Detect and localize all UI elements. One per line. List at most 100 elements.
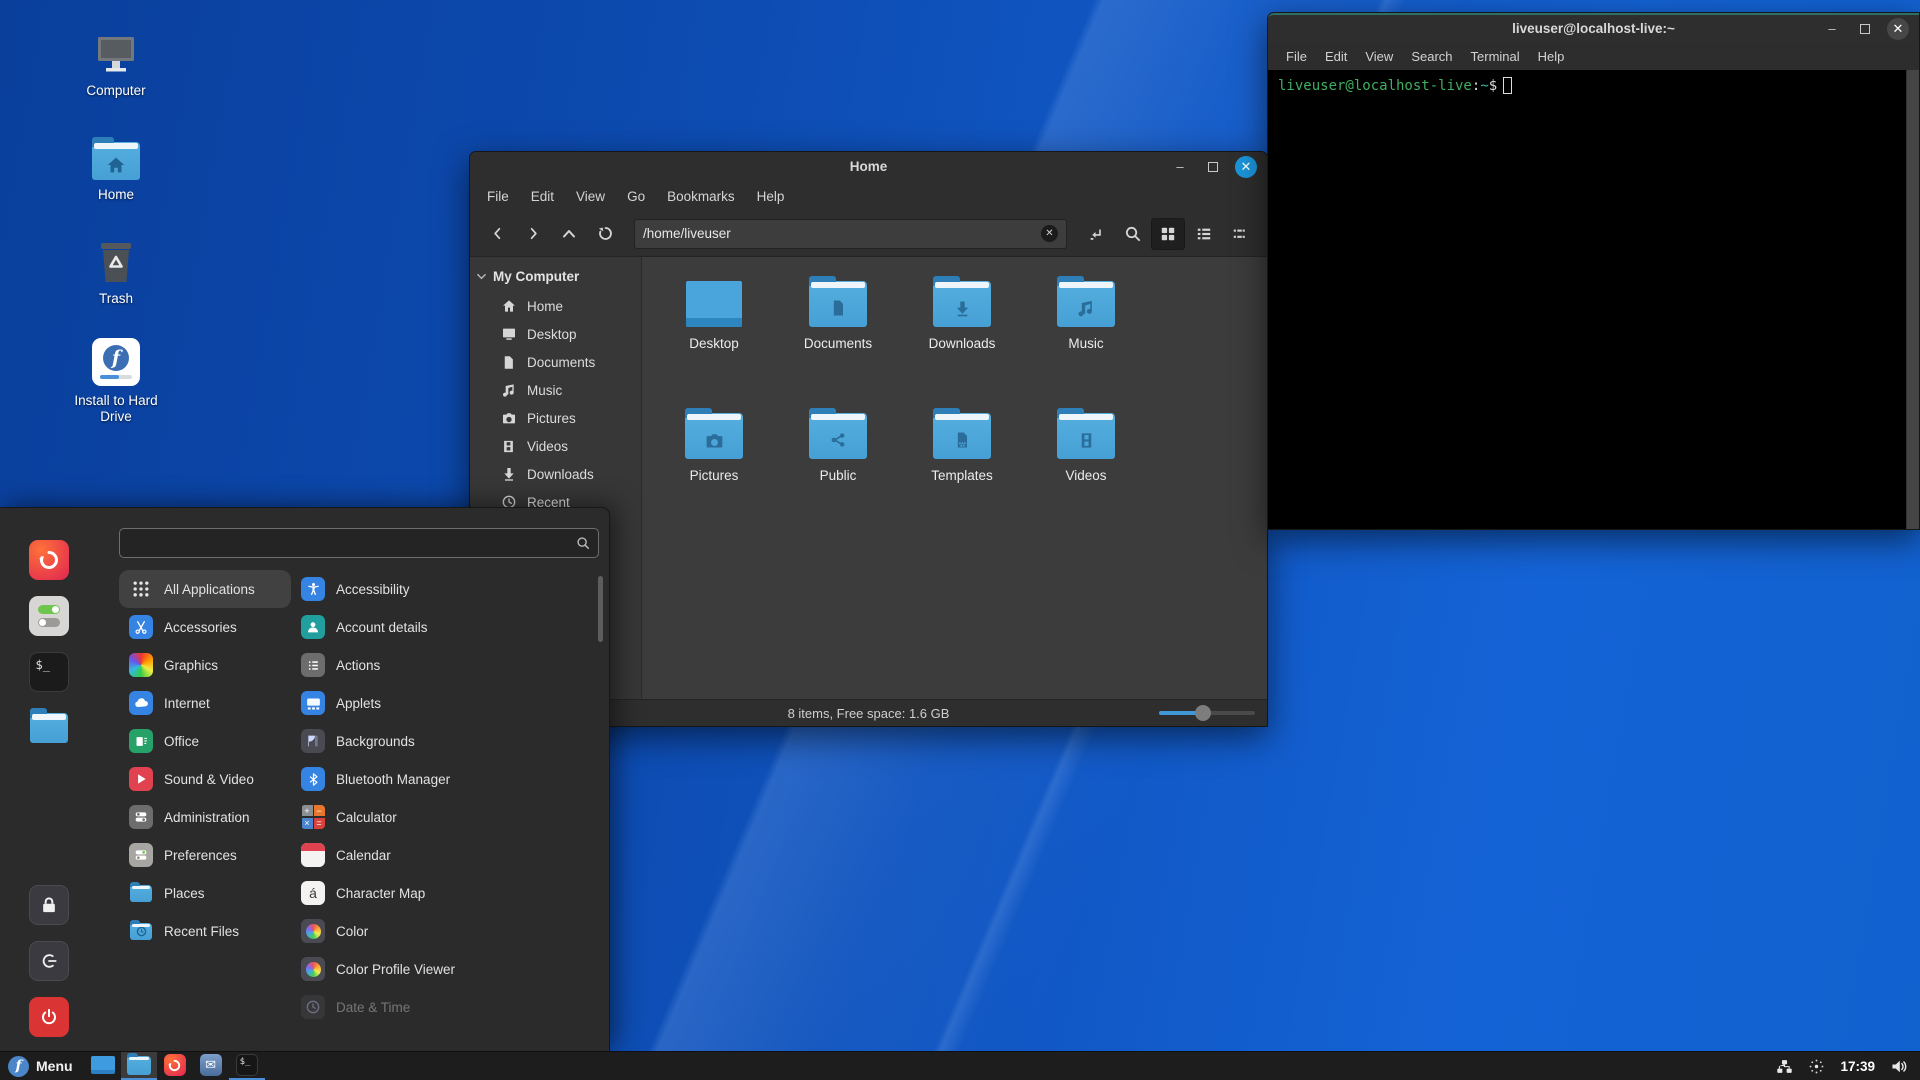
fm-menu-go[interactable]: Go <box>618 186 654 207</box>
fm-menu-edit[interactable]: Edit <box>522 186 563 207</box>
minimize-button[interactable]: – <box>1169 156 1191 178</box>
zoom-slider-handle[interactable] <box>1195 705 1211 721</box>
terminal-menu-view[interactable]: View <box>1357 47 1401 66</box>
app-calculator[interactable]: + − × = Calculator <box>291 798 599 836</box>
icon-view-button[interactable] <box>1151 218 1185 250</box>
folder-downloads[interactable]: Downloads <box>900 277 1024 409</box>
terminal-scrollbar[interactable] <box>1906 70 1919 529</box>
fm-menu-help[interactable]: Help <box>748 186 794 207</box>
terminal-menu-file[interactable]: File <box>1278 47 1315 66</box>
firefox-launcher[interactable] <box>29 540 69 580</box>
taskbar-firefox-button[interactable] <box>157 1052 193 1080</box>
sidebar-item-downloads[interactable]: Downloads <box>470 460 641 488</box>
folder-public[interactable]: Public <box>776 409 900 541</box>
terminal-launcher[interactable]: $_ <box>29 652 69 692</box>
downloads-folder-icon <box>933 281 991 327</box>
clear-location-icon[interactable]: ✕ <box>1041 225 1058 242</box>
list-view-button[interactable] <box>1187 218 1221 250</box>
folder-videos[interactable]: Videos <box>1024 409 1148 541</box>
app-character-map[interactable]: á Character Map <box>291 874 599 912</box>
sidebar-item-music[interactable]: Music <box>470 376 641 404</box>
fm-menu-view[interactable]: View <box>567 186 614 207</box>
app-calendar[interactable]: Calendar <box>291 836 599 874</box>
power-icon <box>39 1007 59 1027</box>
fm-menu-file[interactable]: File <box>478 186 518 207</box>
app-color-profile-viewer[interactable]: Color Profile Viewer <box>291 950 599 988</box>
app-bluetooth-manager[interactable]: Bluetooth Manager <box>291 760 599 798</box>
close-button[interactable]: ✕ <box>1887 18 1909 40</box>
terminal-menu-help[interactable]: Help <box>1530 47 1573 66</box>
folder-templates[interactable]: Templates <box>900 409 1024 541</box>
desktop-icon-computer[interactable]: Computer <box>58 34 174 99</box>
toggle-location-entry-button[interactable] <box>1079 218 1113 250</box>
category-preferences[interactable]: Preferences <box>119 836 291 874</box>
terminal-titlebar[interactable]: liveuser@localhost-live:~ – ✕ <box>1268 13 1919 42</box>
back-button[interactable] <box>480 218 514 250</box>
app-account-details[interactable]: Account details <box>291 608 599 646</box>
sidebar-section-my-computer[interactable]: My Computer <box>470 265 641 292</box>
status-sparkle-icon[interactable] <box>1808 1058 1825 1075</box>
up-button[interactable] <box>552 218 586 250</box>
location-bar[interactable]: /home/liveuser ✕ <box>634 219 1067 249</box>
menu-search-box[interactable] <box>119 528 599 558</box>
sidebar-item-home[interactable]: Home <box>470 292 641 320</box>
logout-button[interactable] <box>29 941 69 981</box>
app-accessibility[interactable]: Accessibility <box>291 570 599 608</box>
fm-menu-bookmarks[interactable]: Bookmarks <box>658 186 744 207</box>
terminal-menu-edit[interactable]: Edit <box>1317 47 1355 66</box>
category-graphics[interactable]: Graphics <box>119 646 291 684</box>
category-administration[interactable]: Administration <box>119 798 291 836</box>
taskbar-mail-button[interactable]: ✉ <box>193 1052 229 1080</box>
compact-view-button[interactable] <box>1223 218 1257 250</box>
taskbar-terminal-button[interactable]: $_ <box>229 1052 265 1080</box>
lock-screen-button[interactable] <box>29 885 69 925</box>
system-settings-launcher[interactable] <box>29 596 69 636</box>
network-icon[interactable] <box>1776 1058 1793 1075</box>
category-office[interactable]: Office <box>119 722 291 760</box>
app-applets[interactable]: Applets <box>291 684 599 722</box>
sidebar-item-pictures[interactable]: Pictures <box>470 404 641 432</box>
menu-search-input[interactable] <box>128 536 576 551</box>
app-backgrounds[interactable]: Backgrounds <box>291 722 599 760</box>
sidebar-item-videos[interactable]: Videos <box>470 432 641 460</box>
folder-documents[interactable]: Documents <box>776 277 900 409</box>
search-button[interactable] <box>1115 218 1149 250</box>
show-desktop-button[interactable] <box>85 1052 121 1080</box>
terminal-content[interactable]: liveuser@localhost-live:~$ <box>1268 70 1919 529</box>
desktop-icon-install[interactable]: f Install to Hard Drive <box>58 338 174 424</box>
app-date-time[interactable]: Date & Time <box>291 988 599 1026</box>
maximize-button[interactable] <box>1854 18 1876 40</box>
category-internet[interactable]: Internet <box>119 684 291 722</box>
fm-titlebar[interactable]: Home – ✕ <box>470 152 1267 181</box>
sidebar-item-documents[interactable]: Documents <box>470 348 641 376</box>
menu-button[interactable]: f Menu <box>0 1052 85 1080</box>
sidebar-item-desktop[interactable]: Desktop <box>470 320 641 348</box>
close-button[interactable]: ✕ <box>1235 156 1257 178</box>
shutdown-button[interactable] <box>29 997 69 1037</box>
backgrounds-icon <box>301 729 325 753</box>
terminal-menu-terminal[interactable]: Terminal <box>1463 47 1528 66</box>
terminal-menu-search[interactable]: Search <box>1403 47 1460 66</box>
folder-pictures[interactable]: Pictures <box>652 409 776 541</box>
apps-scrollbar[interactable] <box>598 576 603 642</box>
category-places[interactable]: Places <box>119 874 291 912</box>
minimize-button[interactable]: – <box>1821 18 1843 40</box>
category-accessories[interactable]: Accessories <box>119 608 291 646</box>
maximize-button[interactable] <box>1202 156 1224 178</box>
desktop-icon-home[interactable]: Home <box>58 142 174 203</box>
folder-music[interactable]: Music <box>1024 277 1148 409</box>
folder-desktop[interactable]: Desktop <box>652 277 776 409</box>
clock[interactable]: 17:39 <box>1840 1059 1875 1074</box>
forward-button[interactable] <box>516 218 550 250</box>
taskbar-files-button[interactable] <box>121 1052 157 1080</box>
volume-icon[interactable] <box>1890 1058 1908 1075</box>
zoom-slider[interactable] <box>1159 700 1255 726</box>
app-color[interactable]: Color <box>291 912 599 950</box>
files-launcher[interactable] <box>29 708 69 748</box>
category-all-applications[interactable]: All Applications <box>119 570 291 608</box>
category-sound-video[interactable]: Sound & Video <box>119 760 291 798</box>
desktop-icon-trash[interactable]: Trash <box>58 240 174 307</box>
app-actions[interactable]: Actions <box>291 646 599 684</box>
category-recent-files[interactable]: Recent Files <box>119 912 291 950</box>
refresh-button[interactable] <box>588 218 622 250</box>
